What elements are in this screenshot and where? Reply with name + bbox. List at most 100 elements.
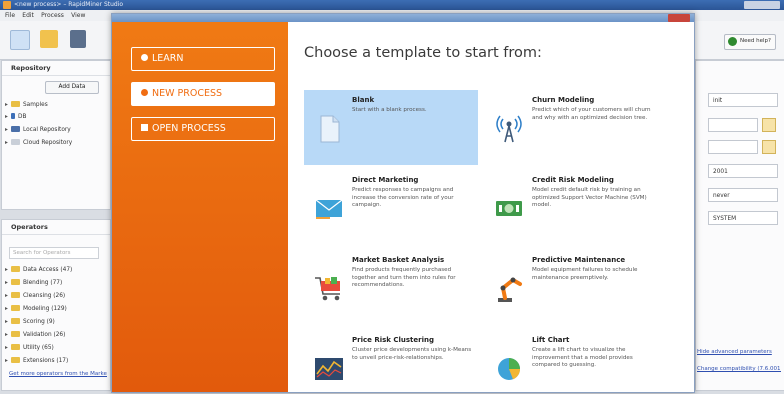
folder-icon: [11, 279, 20, 285]
menu-view[interactable]: View: [71, 10, 85, 21]
price-chart-icon: [313, 352, 345, 384]
param-field[interactable]: [708, 140, 758, 154]
operator-group[interactable]: ▸ Data Access (47): [5, 266, 72, 275]
folder-browse-icon[interactable]: [762, 140, 776, 154]
template-name: Churn Modeling: [532, 96, 595, 104]
param-field[interactable]: SYSTEM: [708, 211, 778, 225]
menu-file[interactable]: File: [5, 10, 15, 21]
compatibility-link[interactable]: Change compatibility (7.6.001): [697, 366, 781, 372]
window-titlebar: <new process> – RapidMiner Studio: [0, 0, 784, 10]
parameters-panel: [695, 60, 784, 391]
template-desc: Model credit default risk by training an…: [532, 187, 647, 208]
template-tile-churn[interactable]: Churn Modeling Predict which of your cus…: [484, 90, 658, 165]
template-name: Credit Risk Modeling: [532, 176, 614, 184]
template-desc: Create a lift chart to visualize the imp…: [532, 347, 633, 368]
template-desc: Start with a blank process.: [352, 107, 427, 113]
new-process-button[interactable]: NEW PROCESS: [131, 82, 275, 106]
learn-button[interactable]: LEARN: [131, 47, 275, 71]
database-icon: [11, 113, 15, 119]
template-tile-lift-chart[interactable]: Lift Chart Create a lift chart to visual…: [484, 330, 658, 392]
folder-icon: [11, 266, 20, 272]
marketplace-link[interactable]: Get more operators from the Marketplace: [9, 371, 107, 377]
operators-title: Operators: [2, 220, 110, 235]
folder-icon: [11, 331, 20, 337]
menu-process[interactable]: Process: [41, 10, 64, 21]
folder-icon: [11, 292, 20, 298]
param-field[interactable]: 2001: [708, 164, 778, 178]
blank-page-icon: [313, 112, 345, 144]
menu-edit[interactable]: Edit: [22, 10, 34, 21]
operator-group[interactable]: ▸ Modeling (129): [5, 305, 67, 314]
new-process-label: NEW PROCESS: [152, 88, 223, 99]
operator-search-input[interactable]: Search for Operators: [9, 247, 99, 259]
repo-item-cloud[interactable]: ▸ Cloud Repository: [5, 139, 72, 148]
folder-icon: [11, 101, 20, 107]
template-name: Predictive Maintenance: [532, 256, 626, 264]
dialog-heading: Choose a template to start from:: [304, 45, 542, 61]
add-data-button[interactable]: Add Data: [45, 81, 99, 94]
operator-group[interactable]: ▸ Scoring (9): [5, 318, 55, 327]
template-tile-direct-marketing[interactable]: Direct Marketing Predict responses to ca…: [304, 170, 478, 245]
add-data-label: Add Data: [58, 84, 86, 90]
repository-title: Repository: [2, 61, 110, 76]
dialog-titlebar: [112, 14, 694, 22]
template-name: Lift Chart: [532, 336, 570, 344]
window-controls[interactable]: [744, 1, 780, 9]
dialog-sidebar: LEARN NEW PROCESS OPEN PROCESS: [112, 22, 288, 392]
template-name: Blank: [352, 96, 375, 104]
operator-group[interactable]: ▸ Extensions (17): [5, 357, 68, 366]
template-tile-market-basket[interactable]: Market Basket Analysis Find products fre…: [304, 250, 478, 325]
save-icon[interactable]: [70, 30, 86, 48]
need-help-label: Need help?: [740, 38, 771, 44]
window-title: <new process> – RapidMiner Studio: [14, 1, 124, 8]
folder-icon: [11, 305, 20, 311]
template-tile-credit-risk[interactable]: Credit Risk Modeling Model credit defaul…: [484, 170, 658, 245]
repo-item-samples[interactable]: ▸ Samples: [5, 101, 48, 110]
money-icon: [493, 192, 525, 224]
help-globe-icon: [728, 37, 737, 46]
param-field[interactable]: init: [708, 93, 778, 107]
operator-group[interactable]: ▸ Validation (26): [5, 331, 65, 340]
folder-icon: [11, 344, 20, 350]
need-help-button[interactable]: Need help?: [724, 34, 776, 50]
repo-item-db[interactable]: ▸ DB: [5, 113, 26, 122]
app-logo-icon: [3, 1, 11, 9]
template-desc: Model equipment failures to schedule mai…: [532, 267, 638, 281]
folder-browse-icon[interactable]: [762, 118, 776, 132]
folder-icon: [11, 318, 20, 324]
operator-group[interactable]: ▸ Utility (65): [5, 344, 54, 353]
close-icon[interactable]: [668, 14, 690, 22]
operator-group[interactable]: ▸ Blending (77): [5, 279, 62, 288]
new-process-icon[interactable]: [10, 30, 30, 50]
open-folder-icon[interactable]: [40, 30, 58, 48]
start-dialog: LEARN NEW PROCESS OPEN PROCESS Choose a …: [111, 13, 695, 393]
advanced-parameters-link[interactable]: Hide advanced parameters: [697, 349, 781, 355]
template-desc: Cluster price developments using k-Means…: [352, 347, 472, 361]
cloud-icon: [11, 139, 20, 145]
radio-tower-icon: [493, 112, 525, 144]
param-field[interactable]: never: [708, 188, 778, 202]
template-name: Price Risk Clustering: [352, 336, 434, 344]
pie-chart-icon: [493, 352, 525, 384]
param-field[interactable]: [708, 118, 758, 132]
repo-item-local[interactable]: ▸ Local Repository: [5, 126, 71, 135]
template-name: Direct Marketing: [352, 176, 419, 184]
template-tile-blank[interactable]: Blank Start with a blank process.: [304, 90, 478, 165]
folder-icon: [11, 357, 20, 363]
folder-icon: [141, 124, 148, 131]
plus-icon: [141, 89, 148, 96]
template-desc: Predict responses to campaigns and incre…: [352, 187, 454, 208]
template-name: Market Basket Analysis: [352, 256, 445, 264]
template-desc: Predict which of your customers will chu…: [532, 107, 651, 121]
operator-group[interactable]: ▸ Cleansing (26): [5, 292, 65, 301]
learn-label: LEARN: [152, 53, 184, 64]
robot-arm-icon: [493, 272, 525, 304]
learn-icon: [141, 54, 148, 61]
envelope-icon: [313, 192, 345, 224]
shopping-cart-icon: [313, 272, 345, 304]
template-desc: Find products frequently purchased toget…: [352, 267, 456, 288]
template-tile-predictive-maintenance[interactable]: Predictive Maintenance Model equipment f…: [484, 250, 658, 325]
template-tile-price-risk[interactable]: Price Risk Clustering Cluster price deve…: [304, 330, 478, 392]
open-process-button[interactable]: OPEN PROCESS: [131, 117, 275, 141]
local-repo-icon: [11, 126, 20, 132]
